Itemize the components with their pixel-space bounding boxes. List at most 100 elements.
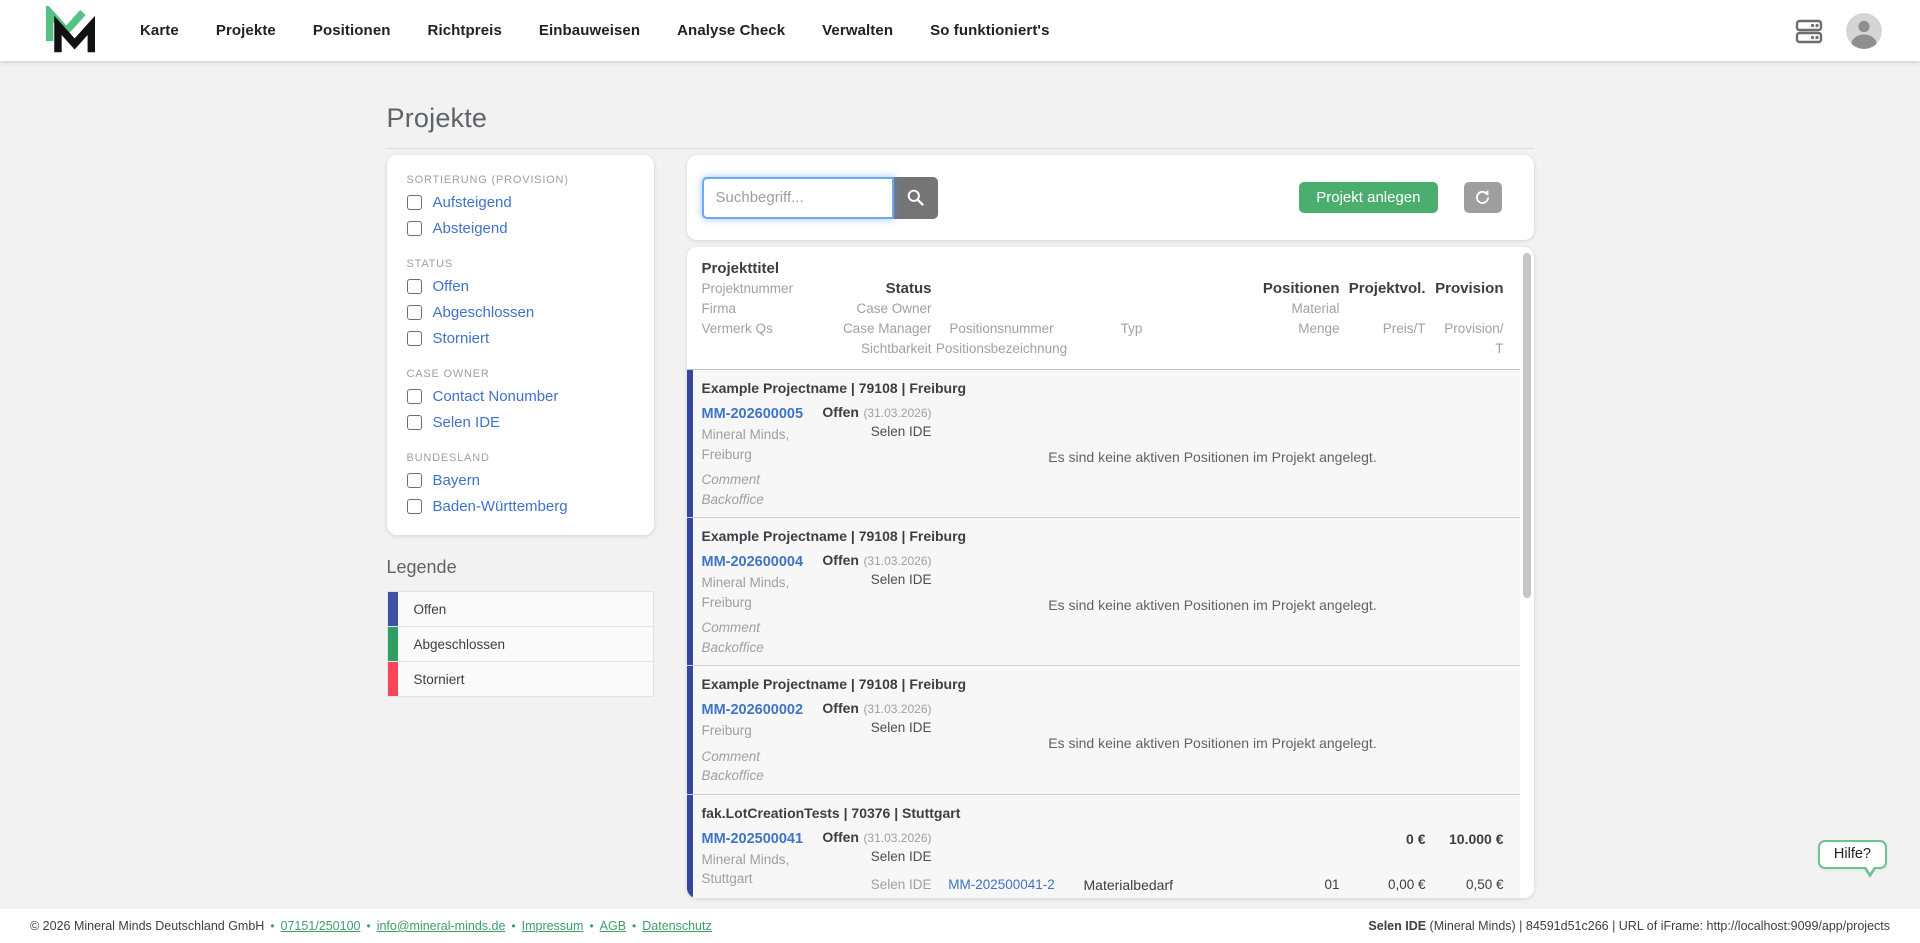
header-col-typ: Typ [1072, 259, 1192, 359]
footer-link-datenschutz[interactable]: Datenschutz [642, 919, 711, 933]
legend-list: Offen Abgeschlossen Storniert [386, 591, 654, 697]
filter-option-selen-ide[interactable]: Selen IDE [406, 409, 634, 435]
filter-option-absteigend[interactable]: Absteigend [406, 215, 634, 241]
project-city: Stuttgart [701, 871, 753, 886]
topbar-actions [1794, 12, 1882, 49]
legend-item-storniert: Storniert [387, 662, 653, 697]
checkbox[interactable] [406, 330, 422, 346]
table-row[interactable]: Example Projectname | 79108 | Freiburg M… [686, 370, 1520, 518]
position-provision: 0,50 € [1465, 876, 1504, 892]
legend-color-abgeschlossen [387, 627, 398, 661]
status-date: (31.03.2026) [863, 554, 932, 568]
checkbox[interactable] [406, 414, 422, 430]
project-title: Example Projectname | 79108 | Freiburg [701, 380, 967, 396]
footer-separator: • [270, 919, 275, 933]
project-comment: Comment [701, 472, 761, 487]
project-comment: Comment [701, 620, 761, 635]
user-avatar-icon[interactable] [1846, 12, 1882, 49]
footer-link-phone[interactable]: 07151/250100 [281, 919, 361, 933]
toolbar-card: Projekt anlegen [686, 155, 1534, 240]
legend-item-offen: Offen [387, 592, 653, 627]
table-row[interactable]: Example Projectname | 79108 | Freiburg M… [686, 666, 1520, 795]
nav-verwalten[interactable]: Verwalten [822, 22, 893, 39]
project-number-link[interactable]: MM-202500041 [702, 829, 822, 850]
filter-option-abgeschlossen[interactable]: Abgeschlossen [406, 299, 634, 325]
project-city: Freiburg [701, 594, 752, 610]
nav-richtpreis[interactable]: Richtpreis [428, 22, 502, 39]
filter-option-storniert[interactable]: Storniert [406, 325, 634, 351]
checkbox[interactable] [406, 278, 422, 294]
position-preis: 0,00 € [1387, 876, 1426, 892]
filter-section-case-owner: CASE OWNER Contact Nonumber Selen IDE [406, 365, 634, 435]
footer-link-agb[interactable]: AGB [600, 919, 626, 933]
filter-option-label: Storniert [432, 329, 490, 347]
position-amount: 10.000 t [1192, 895, 1340, 899]
filter-option-label: Contact Nonumber [432, 387, 559, 405]
nav-analyse-check[interactable]: Analyse Check [677, 22, 785, 39]
mineral-minds-logo-icon [44, 2, 96, 56]
position-menge: 01 10.000 t [1192, 875, 1340, 899]
footer-link-impressum[interactable]: Impressum [522, 919, 584, 933]
table-row[interactable]: Example Projectname | 79108 | Freiburg M… [686, 518, 1520, 666]
position-number-link[interactable]: MM-202500041-2 [948, 877, 1055, 892]
create-project-button[interactable]: Projekt anlegen [1299, 182, 1438, 213]
project-title: fak.LotCreationTests | 70376 | Stuttgart [701, 804, 961, 821]
position-id: ExampleID123 [932, 895, 1072, 899]
checkbox[interactable] [406, 388, 422, 404]
status-label: Offen [822, 404, 859, 420]
project-info: MM-202600004 Mineral Minds, Freiburg Com… [702, 552, 822, 657]
search-input[interactable] [701, 176, 894, 219]
nav-positionen[interactable]: Positionen [313, 22, 391, 39]
table-scrollbar[interactable] [1522, 253, 1531, 598]
checkbox[interactable] [406, 472, 422, 488]
project-backoffice: Backoffice [701, 639, 764, 655]
nav-so-funktionierts[interactable]: So funktioniert's [930, 22, 1049, 39]
no-positions-message: Es sind keine aktiven Positionen im Proj… [1048, 596, 1377, 613]
footer-left: © 2026 Mineral Minds Deutschland GmbH • … [30, 919, 712, 933]
no-positions-message: Es sind keine aktiven Positionen im Proj… [1048, 448, 1377, 465]
sidebar: SORTIERUNG (PROVISION) Aufsteigend Abste… [386, 155, 654, 697]
col-positionsnummer: Positionsnummer [949, 321, 1054, 336]
col-positionsbezeichnung: Positionsbezeichnung [935, 341, 1068, 356]
checkbox[interactable] [406, 194, 422, 210]
position-visibility: Selen IDE [870, 876, 932, 892]
table-row[interactable]: fak.LotCreationTests | 70376 | Stuttgart… [686, 794, 1520, 899]
header-col-positionen: Positionen Material Menge [1192, 259, 1340, 359]
help-button[interactable]: Hilfe? [1817, 840, 1887, 878]
project-total-provision: 10.000 € [1449, 830, 1504, 847]
search-button[interactable] [893, 176, 938, 219]
filter-option-label: Offen [432, 277, 469, 295]
footer-link-email[interactable]: info@mineral-minds.de [377, 919, 506, 933]
legend-color-storniert [387, 662, 398, 696]
position-number: MM-202500041-2 ExampleID123 [932, 875, 1072, 899]
status-label: Offen [822, 700, 859, 716]
main-column: Projekt anlegen [686, 155, 1534, 899]
filter-option-baden-wuerttemberg[interactable]: Baden-Württemberg [406, 493, 634, 519]
filter-option-aufsteigend[interactable]: Aufsteigend [406, 189, 634, 215]
checkbox[interactable] [406, 304, 422, 320]
refresh-button[interactable] [1463, 182, 1502, 213]
nav-projekte[interactable]: Projekte [216, 22, 276, 39]
filter-option-bayern[interactable]: Bayern [406, 467, 634, 493]
filter-option-label: Abgeschlossen [432, 303, 535, 321]
project-number-link[interactable]: MM-202600005 [702, 404, 822, 425]
col-vermerk-qs: Vermerk Qs [701, 321, 773, 336]
filter-option-offen[interactable]: Offen [406, 273, 634, 299]
checkbox[interactable] [406, 498, 422, 514]
nav-karte[interactable]: Karte [140, 22, 179, 39]
project-company: Mineral Minds, [701, 851, 790, 867]
project-comment: Comment [701, 748, 761, 764]
col-provision: Provision [1435, 280, 1504, 297]
checkbox[interactable] [406, 220, 422, 236]
server-stack-icon[interactable] [1794, 16, 1824, 46]
project-number-link[interactable]: MM-202600004 [702, 552, 822, 573]
col-material: Material [1291, 301, 1340, 316]
footer-separator: • [366, 919, 371, 933]
copyright-text: © 2026 Mineral Minds Deutschland GmbH [30, 919, 265, 933]
project-number-link[interactable]: MM-202600002 [702, 700, 822, 721]
col-provision-t2: T [1495, 341, 1504, 356]
filter-option-label: Baden-Württemberg [432, 497, 568, 515]
header-col-position: Positionsnummer Positionsbezeichnung [932, 259, 1072, 359]
filter-option-contact-nonumber[interactable]: Contact Nonumber [406, 383, 634, 409]
nav-einbauweisen[interactable]: Einbauweisen [539, 22, 640, 39]
